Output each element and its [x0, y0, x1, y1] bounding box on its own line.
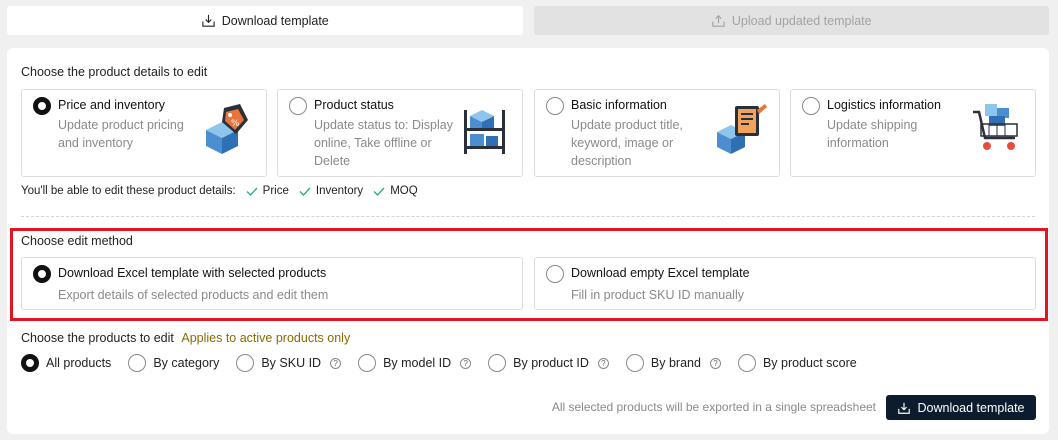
- download-button-label: Download template: [917, 400, 1025, 415]
- editable-item-moq: MOQ: [373, 185, 418, 197]
- check-icon: [299, 187, 311, 196]
- editable-intro: You'll be able to edit these product det…: [21, 185, 236, 197]
- editable-item-inventory: Inventory: [299, 185, 363, 197]
- radio-price-inventory[interactable]: [33, 97, 51, 115]
- download-icon: [202, 14, 215, 27]
- editable-item-price: Price: [246, 185, 289, 197]
- option-label: By SKU ID: [261, 356, 322, 370]
- card-title: Logistics information: [827, 98, 941, 112]
- download-template-button[interactable]: Download template: [886, 395, 1036, 420]
- detail-card-logistics-information[interactable]: Logistics information Update shipping in…: [790, 89, 1036, 177]
- card-title: Price and inventory: [58, 98, 166, 112]
- edit-panel: Choose the product details to edit Price…: [7, 48, 1049, 434]
- option-label: By brand: [650, 356, 701, 370]
- option-by-model-id[interactable]: By model ID ?: [358, 354, 472, 372]
- radio-by-category[interactable]: [128, 354, 147, 372]
- products-scope-note: Applies to active products only: [181, 331, 351, 345]
- option-by-product-score[interactable]: By product score: [737, 354, 857, 372]
- radio-product-status[interactable]: [289, 97, 307, 115]
- section-divider: [21, 216, 1035, 217]
- radio-by-product-id[interactable]: [488, 354, 507, 372]
- export-note: All selected products will be exported i…: [551, 400, 876, 414]
- option-by-sku-id[interactable]: By SKU ID ?: [236, 354, 342, 372]
- price-tag-box-icon: %: [206, 104, 248, 154]
- download-icon: [898, 402, 911, 414]
- option-by-product-id[interactable]: By product ID ?: [488, 354, 609, 372]
- editable-item-label: MOQ: [390, 185, 418, 197]
- details-section-title: Choose the product details to edit: [21, 65, 208, 79]
- radio-by-model-id[interactable]: [358, 354, 377, 372]
- products-filter-options: All products By category By SKU ID ? By …: [21, 354, 874, 372]
- products-section-heading: Choose the products to edit Applies to a…: [21, 331, 350, 345]
- radio-by-brand[interactable]: [625, 354, 644, 372]
- card-title: Product status: [314, 98, 394, 112]
- editable-item-label: Inventory: [315, 185, 364, 197]
- products-section-title: Choose the products to edit: [21, 331, 174, 345]
- tab-upload-template[interactable]: Upload updated template: [533, 6, 1049, 35]
- card-title: Basic information: [571, 98, 667, 112]
- card-description: Update shipping information: [827, 118, 918, 150]
- detail-card-product-status[interactable]: Product status Update status to: Display…: [277, 89, 523, 177]
- editable-details-row: You'll be able to edit these product det…: [21, 185, 418, 197]
- option-label: By product ID: [513, 356, 589, 370]
- option-label: All products: [46, 356, 112, 370]
- edit-method-highlight: [10, 228, 1048, 321]
- card-description: Update status to: Display online, Take o…: [314, 118, 453, 168]
- option-by-category[interactable]: By category: [128, 354, 219, 372]
- document-box-icon: [717, 104, 767, 154]
- svg-text:%: %: [231, 119, 240, 129]
- upload-icon: [712, 15, 725, 27]
- detail-card-basic-information[interactable]: Basic information Update product title, …: [534, 89, 780, 177]
- help-icon[interactable]: ?: [597, 357, 609, 369]
- help-icon[interactable]: ?: [330, 357, 342, 369]
- template-tabs: Download template Upload updated templat…: [7, 6, 1049, 35]
- editable-item-label: Price: [262, 185, 289, 197]
- card-description: Update product title, keyword, image or …: [571, 118, 683, 168]
- check-icon: [246, 187, 258, 196]
- option-by-brand[interactable]: By brand ?: [625, 354, 721, 372]
- tab-download-template[interactable]: Download template: [7, 6, 523, 35]
- detail-card-price-inventory[interactable]: Price and inventory Update product prici…: [21, 89, 267, 177]
- radio-all-products[interactable]: [21, 354, 39, 372]
- option-label: By model ID: [383, 356, 452, 370]
- option-label: By product score: [762, 356, 857, 370]
- radio-logistics-information[interactable]: [802, 97, 820, 115]
- tab-upload-label: Upload updated template: [731, 13, 872, 28]
- shopping-cart-icon: [973, 104, 1018, 150]
- tab-download-label: Download template: [221, 13, 329, 28]
- check-icon: [373, 187, 385, 196]
- option-all-products[interactable]: All products: [21, 354, 111, 372]
- help-icon[interactable]: ?: [460, 357, 472, 369]
- shelf-boxes-icon: [464, 110, 505, 154]
- radio-by-product-score[interactable]: [737, 354, 756, 372]
- card-description: Update product pricing and inventory: [58, 118, 184, 150]
- option-label: By category: [153, 356, 220, 370]
- radio-basic-information[interactable]: [546, 97, 564, 115]
- radio-by-sku-id[interactable]: [236, 354, 255, 372]
- help-icon[interactable]: ?: [709, 357, 721, 369]
